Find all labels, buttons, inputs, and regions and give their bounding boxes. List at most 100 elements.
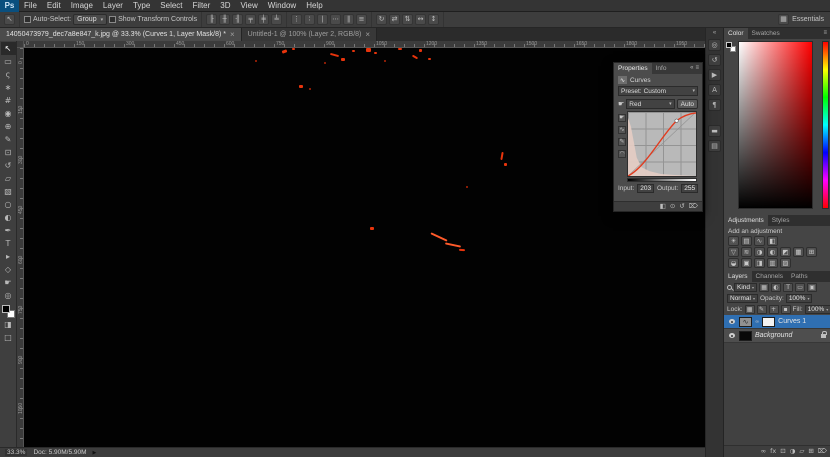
new-layer-icon[interactable]: ⊞: [808, 448, 813, 455]
hue-slider[interactable]: [822, 41, 829, 209]
foreground-background-swatches[interactable]: [2, 305, 15, 318]
panel-menu-icon[interactable]: ≡: [695, 65, 699, 71]
tab-adjustments[interactable]: Adjustments: [724, 215, 768, 226]
tab-paths[interactable]: Paths: [787, 271, 812, 282]
3d-rotate-icon[interactable]: ↻: [376, 14, 387, 25]
saturation-brightness-picker[interactable]: [738, 41, 813, 209]
curves-adjustment-icon[interactable]: ∿: [754, 236, 765, 246]
targeted-adjustment-hand-icon[interactable]: ☛: [618, 100, 624, 108]
properties-panel[interactable]: PropertiesInfo « ≡ ∿ Curves Preset: Cust…: [613, 62, 703, 212]
distribute-top-edges-icon[interactable]: ⋮: [291, 14, 302, 25]
filter-kind-dropdown[interactable]: Kind: [734, 283, 757, 292]
auto-select-dropdown[interactable]: Group: [73, 14, 107, 25]
color-panel-swatches[interactable]: [726, 42, 736, 52]
distribute-horizontal-centers-icon[interactable]: ∥: [343, 14, 354, 25]
menu-image[interactable]: Image: [66, 0, 98, 12]
photo-filter-adjustment-icon[interactable]: ◩: [780, 247, 791, 257]
notes-panel-icon[interactable]: ▤: [708, 140, 721, 152]
link-layers-icon[interactable]: ∞: [761, 448, 766, 455]
eyedropper-tool[interactable]: ◉: [1, 107, 16, 120]
menu-layer[interactable]: Layer: [98, 0, 128, 12]
tab-info[interactable]: Info: [652, 63, 671, 74]
menu-help[interactable]: Help: [301, 0, 327, 12]
healing-brush-tool[interactable]: ⊕: [1, 120, 16, 133]
auto-select-checkbox[interactable]: [24, 16, 31, 23]
menu-3d[interactable]: 3D: [215, 0, 235, 12]
filter-shape-layers-icon[interactable]: ▭: [795, 283, 805, 292]
collapse-panel-icon[interactable]: «: [690, 65, 693, 71]
black-white-adjustment-icon[interactable]: ◐: [767, 247, 778, 257]
layer-name[interactable]: Background: [755, 332, 792, 339]
horizontal-ruler[interactable]: 0150300450600750900105012001350150016501…: [24, 41, 705, 48]
align-top-edges-icon[interactable]: ╤: [245, 14, 256, 25]
lock-position-icon[interactable]: +: [769, 305, 779, 314]
quick-selection-tool[interactable]: ∗: [1, 81, 16, 94]
selective-color-adjustment-icon[interactable]: ▨: [780, 258, 791, 268]
levels-adjustment-icon[interactable]: ▤: [741, 236, 752, 246]
curves-grid[interactable]: [627, 111, 697, 177]
layer-name[interactable]: Curves 1: [778, 318, 806, 325]
curve-point-handle[interactable]: [675, 119, 678, 122]
preset-dropdown[interactable]: Preset: Custom: [618, 86, 698, 96]
distribute-bottom-edges-icon[interactable]: ∣: [317, 14, 328, 25]
new-group-icon[interactable]: ▱: [799, 448, 804, 455]
layer-row-curves-1[interactable]: Curves 1: [724, 315, 830, 329]
ruler-origin-corner[interactable]: [17, 41, 24, 48]
foreground-mini-swatch[interactable]: [726, 42, 732, 48]
move-tool[interactable]: ↖: [1, 42, 16, 55]
distribute-right-edges-icon[interactable]: ≡: [356, 14, 367, 25]
menu-window[interactable]: Window: [263, 0, 301, 12]
tab-properties[interactable]: Properties: [614, 63, 652, 74]
align-right-edges-icon[interactable]: ╢: [232, 14, 243, 25]
navigator-panel-icon[interactable]: ◎: [708, 39, 721, 51]
zoom-level-field[interactable]: 33.3%: [5, 449, 27, 456]
delete-adjustment-icon[interactable]: ⌦: [689, 203, 698, 210]
channel-dropdown[interactable]: Red: [626, 99, 674, 109]
menu-type[interactable]: Type: [128, 0, 155, 12]
eraser-tool[interactable]: ▱: [1, 172, 16, 185]
history-brush-tool[interactable]: ↺: [1, 159, 16, 172]
paragraph-panel-icon[interactable]: ¶: [708, 99, 721, 111]
quick-mask-button[interactable]: ◨: [1, 318, 16, 331]
exposure-adjustment-icon[interactable]: ◧: [767, 236, 778, 246]
document-canvas[interactable]: [24, 48, 705, 447]
lock-transparent-pixels-icon[interactable]: ▦: [745, 305, 755, 314]
dodge-tool[interactable]: ◐: [1, 211, 16, 224]
lock-all-icon[interactable]: ▪: [781, 305, 791, 314]
toggle-visibility-icon[interactable]: ⊙: [670, 203, 675, 210]
color-panel-menu-icon[interactable]: ≡: [823, 30, 830, 36]
status-options-arrow[interactable]: ▶: [93, 450, 97, 456]
marquee-tool[interactable]: ▭: [1, 55, 16, 68]
hue-saturation-adjustment-icon[interactable]: ≋: [741, 247, 752, 257]
menu-view[interactable]: View: [236, 0, 263, 12]
document-tab[interactable]: 14050473979_dec7a8e847_k.jpg @ 33.3% (Cu…: [0, 28, 242, 41]
tab-styles[interactable]: Styles: [768, 215, 794, 226]
targeted-adjustment-tool-icon[interactable]: ☛: [618, 114, 626, 122]
workspace-switcher[interactable]: Essentials: [778, 14, 830, 25]
gradient-map-adjustment-icon[interactable]: ▥: [767, 258, 778, 268]
tab-swatches[interactable]: Swatches: [748, 28, 784, 39]
opacity-dropdown[interactable]: 100%: [786, 294, 813, 303]
align-left-edges-icon[interactable]: ╟: [206, 14, 217, 25]
history-panel-icon[interactable]: ↺: [708, 54, 721, 66]
add-layer-mask-icon[interactable]: ⊡: [780, 448, 785, 455]
curves-layer-thumbnail[interactable]: [739, 317, 752, 327]
menu-edit[interactable]: Edit: [42, 0, 66, 12]
3d-scale-icon[interactable]: ↕: [428, 14, 439, 25]
filter-type-layers-icon[interactable]: T: [783, 283, 793, 292]
timeline-panel-icon[interactable]: ▬: [708, 125, 721, 137]
brush-tool[interactable]: ✎: [1, 133, 16, 146]
clone-stamp-tool[interactable]: ⊡: [1, 146, 16, 159]
auto-button[interactable]: Auto: [677, 99, 698, 109]
tab-close-icon[interactable]: ×: [230, 30, 235, 39]
color-balance-adjustment-icon[interactable]: ◑: [754, 247, 765, 257]
invert-adjustment-icon[interactable]: ◒: [728, 258, 739, 268]
blur-tool[interactable]: ○: [1, 198, 16, 211]
gradient-tool[interactable]: ▧: [1, 185, 16, 198]
layer-effects-icon[interactable]: fx: [770, 448, 776, 455]
pen-tool[interactable]: ✒: [1, 224, 16, 237]
draw-curve-pencil-icon[interactable]: ✎: [618, 138, 626, 146]
hand-tool[interactable]: ☛: [1, 276, 16, 289]
zoom-tool[interactable]: ◎: [1, 289, 16, 302]
input-value-field[interactable]: 203: [637, 184, 654, 193]
